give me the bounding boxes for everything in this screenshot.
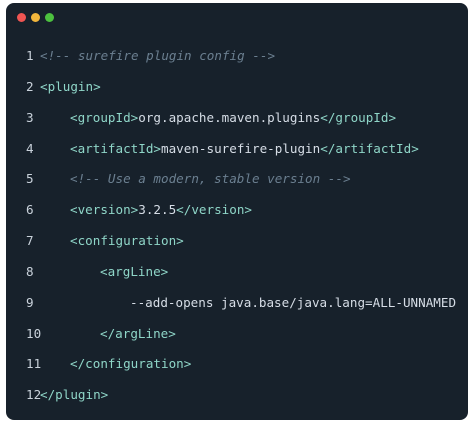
code-window: 1 <!-- surefire plugin config --> 2 <plugin… (6, 3, 468, 420)
line-content: --add-opens java.base/java.lang=ALL-UNNA… (130, 288, 456, 319)
code-line: 4 <artifactId>maven-surefire-plugin</arti… (6, 134, 468, 165)
xml-text: 3.2.5 (138, 202, 177, 218)
line-number: 4 (26, 140, 34, 156)
line-number: 3 (26, 109, 34, 125)
xml-tag: <plugin> (40, 78, 101, 94)
maximize-window-button[interactable] (45, 13, 54, 22)
line-content: </configuration> (70, 349, 191, 380)
line-number: 7 (26, 233, 34, 249)
code-line: 10 </argLine> (6, 319, 468, 350)
line-number: 9 (26, 294, 34, 310)
code-line: 12 </plugin> (6, 380, 468, 411)
line-content: <version>3.2.5</version> (70, 195, 252, 226)
window-titlebar (6, 3, 468, 33)
xml-comment: <!-- surefire plugin config --> (40, 48, 276, 63)
minimize-window-button[interactable] (31, 13, 40, 22)
line-number: 11 (26, 356, 42, 372)
xml-tag: </configuration> (70, 356, 192, 372)
xml-tag: <argLine> (100, 263, 169, 279)
xml-text: --add-opens java.base/java.lang=ALL-UNNA… (130, 294, 457, 310)
xml-tag: <configuration> (70, 233, 184, 249)
xml-comment: <!-- Use a modern, stable version --> (70, 171, 351, 187)
line-number: 10 (26, 325, 42, 341)
code-line: 2 <plugin> (6, 72, 468, 103)
xml-tag: </plugin> (40, 387, 109, 403)
line-number: 8 (26, 263, 34, 279)
line-content: <configuration> (70, 226, 184, 257)
code-line: 9 --add-opens java.base/java.lang=ALL-UNN… (6, 288, 468, 319)
xml-tag: </artifactId> (320, 140, 419, 156)
line-content: </plugin> (40, 380, 108, 411)
close-window-button[interactable] (17, 13, 26, 22)
line-content: <!-- surefire plugin config --> (40, 41, 275, 72)
line-content: <artifactId>maven-surefire-plugin</artif… (70, 134, 419, 165)
line-number: 5 (26, 171, 34, 187)
line-content: </argLine> (100, 319, 176, 350)
line-content: <argLine> (100, 257, 168, 288)
xml-text: org.apache.maven.plugins (138, 109, 321, 125)
line-content: <!-- Use a modern, stable version --> (70, 164, 351, 195)
code-line: 8 <argLine> (6, 257, 468, 288)
code-line: 5 <!-- Use a modern, stable version --> (6, 164, 468, 195)
line-content: <groupId>org.apache.maven.plugins</group… (70, 103, 396, 134)
xml-tag: <artifactId> (70, 140, 161, 156)
line-number: 6 (26, 202, 34, 218)
code-line: 6 <version>3.2.5</version> (6, 195, 468, 226)
xml-text: maven-surefire-plugin (161, 140, 321, 156)
xml-tag: </argLine> (100, 325, 176, 341)
code-line: 1 <!-- surefire plugin config --> (6, 41, 468, 72)
code-line: 11 </configuration> (6, 349, 468, 380)
xml-tag: <groupId> (70, 109, 139, 125)
code-block[interactable]: 1 <!-- surefire plugin config --> 2 <plugin… (6, 41, 468, 411)
code-line: 7 <configuration> (6, 226, 468, 257)
xml-tag: </groupId> (320, 109, 397, 125)
xml-tag: <version> (70, 202, 139, 218)
code-line: 3 <groupId>org.apache.maven.plugins</grou… (6, 103, 468, 134)
line-content: <plugin> (40, 72, 101, 103)
xml-tag: </version> (176, 202, 252, 218)
